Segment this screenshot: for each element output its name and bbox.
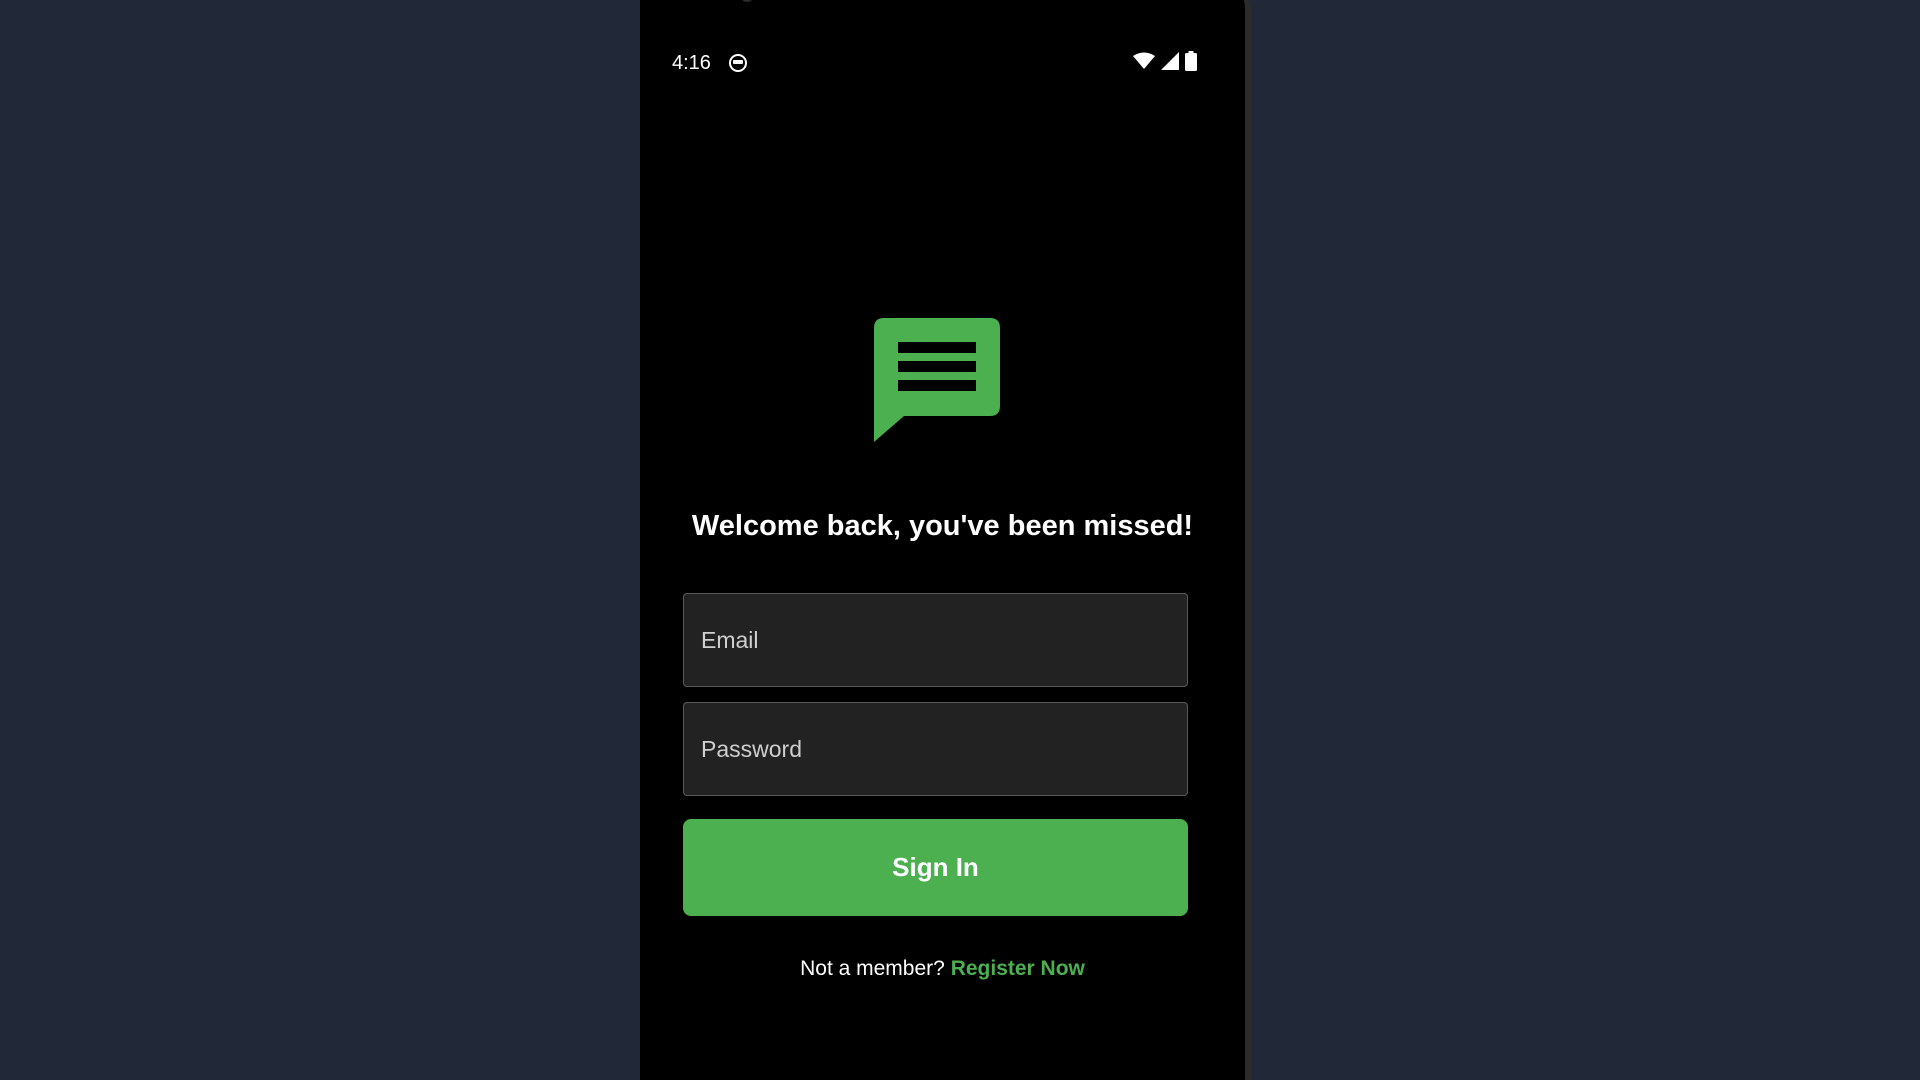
chat-bubble-icon [874, 318, 1000, 442]
phone-frame: 4:16 Welcome back, you've been missed! E… [640, 0, 1251, 1080]
camera-notch [740, 0, 754, 2]
sign-in-button[interactable]: Sign In [683, 819, 1188, 916]
status-time: 4:16 [672, 52, 711, 74]
email-field[interactable] [683, 593, 1188, 687]
signal-icon [1161, 51, 1179, 75]
password-field[interactable] [683, 702, 1188, 796]
wifi-icon [1133, 52, 1155, 75]
notification-icon [728, 53, 748, 73]
battery-icon [1185, 50, 1197, 76]
register-prompt-text: Not a member? [800, 957, 945, 980]
status-icons [1133, 50, 1197, 76]
register-now-link[interactable]: Register Now [951, 957, 1085, 980]
welcome-heading: Welcome back, you've been missed! [691, 510, 1194, 542]
screen-background: 4:16 Welcome back, you've been missed! E… [0, 0, 1920, 1080]
register-prompt: Not a member? Register Now [640, 955, 1245, 983]
status-bar: 4:16 [672, 50, 1197, 76]
